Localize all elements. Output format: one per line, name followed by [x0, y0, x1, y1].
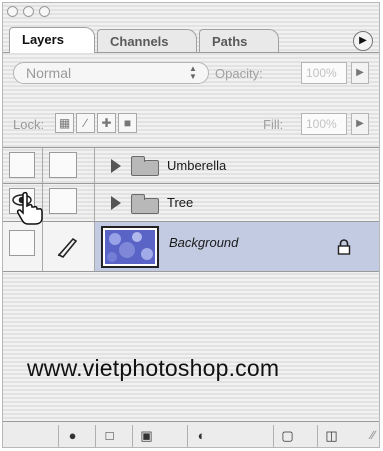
- resize-grip-icon[interactable]: ∕∕: [371, 428, 375, 442]
- fill-label: Fill:: [263, 117, 284, 132]
- layers-panel: Layers Channels Paths ▶ Normal ▲ ▼ Opacit…: [2, 2, 380, 448]
- folder-icon: [131, 194, 159, 214]
- expand-triangle-icon[interactable]: [111, 196, 121, 210]
- watermark-text: www.vietphotoshop.com: [27, 355, 280, 381]
- visibility-toggle[interactable]: [9, 152, 35, 178]
- lock-all-icon[interactable]: ■: [118, 113, 137, 133]
- link-cell: [43, 222, 95, 271]
- bottom-toolbar: ● □ ▣ ◐ ▢ ◫ ∕∕: [3, 421, 379, 447]
- lock-brush-icon[interactable]: ∕: [76, 113, 95, 133]
- layer-thumbnail: [101, 226, 159, 268]
- lock-label: Lock:: [13, 117, 45, 132]
- layer-row[interactable]: Background: [3, 221, 379, 271]
- minimize-button[interactable]: [23, 6, 34, 17]
- opacity-field[interactable]: 100%: [301, 62, 347, 84]
- close-button[interactable]: [7, 6, 18, 17]
- thumbnail-image: [105, 230, 155, 264]
- visibility-cell: [3, 222, 43, 271]
- layer-name: Background: [169, 235, 239, 250]
- panel-menu-icon[interactable]: ▶: [353, 31, 373, 51]
- new-layer-icon[interactable]: ▢: [273, 425, 301, 447]
- layer-name: Umberella: [167, 158, 227, 173]
- folder-icon: [131, 156, 159, 176]
- adjustment-layer-icon[interactable]: ◐: [187, 425, 215, 447]
- expand-triangle-icon[interactable]: [111, 159, 121, 173]
- title-bar: [3, 3, 379, 21]
- hand-cursor-icon: [16, 191, 43, 225]
- opacity-arrow-icon[interactable]: ▶: [351, 62, 369, 84]
- blend-mode-value: Normal: [26, 65, 72, 81]
- tab-channels[interactable]: Channels: [97, 29, 197, 53]
- opacity-label: Opacity:: [215, 66, 263, 81]
- blend-row: Normal ▲ ▼ Opacity: 100% ▶: [3, 55, 379, 91]
- lock-move-icon[interactable]: ✚: [97, 113, 116, 133]
- layer-row[interactable]: Tree: [3, 183, 379, 221]
- trash-icon[interactable]: ◫: [317, 425, 345, 447]
- layer-style-icon[interactable]: ●: [58, 425, 86, 447]
- tab-layers[interactable]: Layers: [9, 27, 95, 53]
- lock-row: Lock: ▦ ∕ ✚ ■ Fill: 100% ▶: [3, 109, 379, 141]
- layer-mask-icon[interactable]: □: [95, 425, 123, 447]
- layer-name: Tree: [167, 195, 194, 210]
- tab-row: Layers Channels Paths ▶: [3, 23, 379, 53]
- visibility-toggle[interactable]: [9, 230, 35, 256]
- new-group-icon[interactable]: ▣: [132, 425, 160, 447]
- lock-icon: [337, 239, 351, 255]
- zoom-button[interactable]: [39, 6, 50, 17]
- blend-mode-select[interactable]: Normal ▲ ▼: [13, 62, 209, 84]
- link-cell: [55, 148, 95, 183]
- list-bottom-divider: [3, 271, 379, 272]
- link-cell: [55, 184, 95, 221]
- fill-field[interactable]: 100%: [301, 113, 347, 135]
- tab-paths[interactable]: Paths: [199, 29, 279, 53]
- fill-arrow-icon[interactable]: ▶: [351, 113, 369, 135]
- layer-row[interactable]: Umberella: [3, 147, 379, 183]
- lock-transparent-icon[interactable]: ▦: [55, 113, 74, 133]
- visibility-cell: [3, 148, 43, 183]
- stepper-arrows-icon: ▲ ▼: [189, 64, 197, 81]
- brush-icon: [57, 237, 78, 259]
